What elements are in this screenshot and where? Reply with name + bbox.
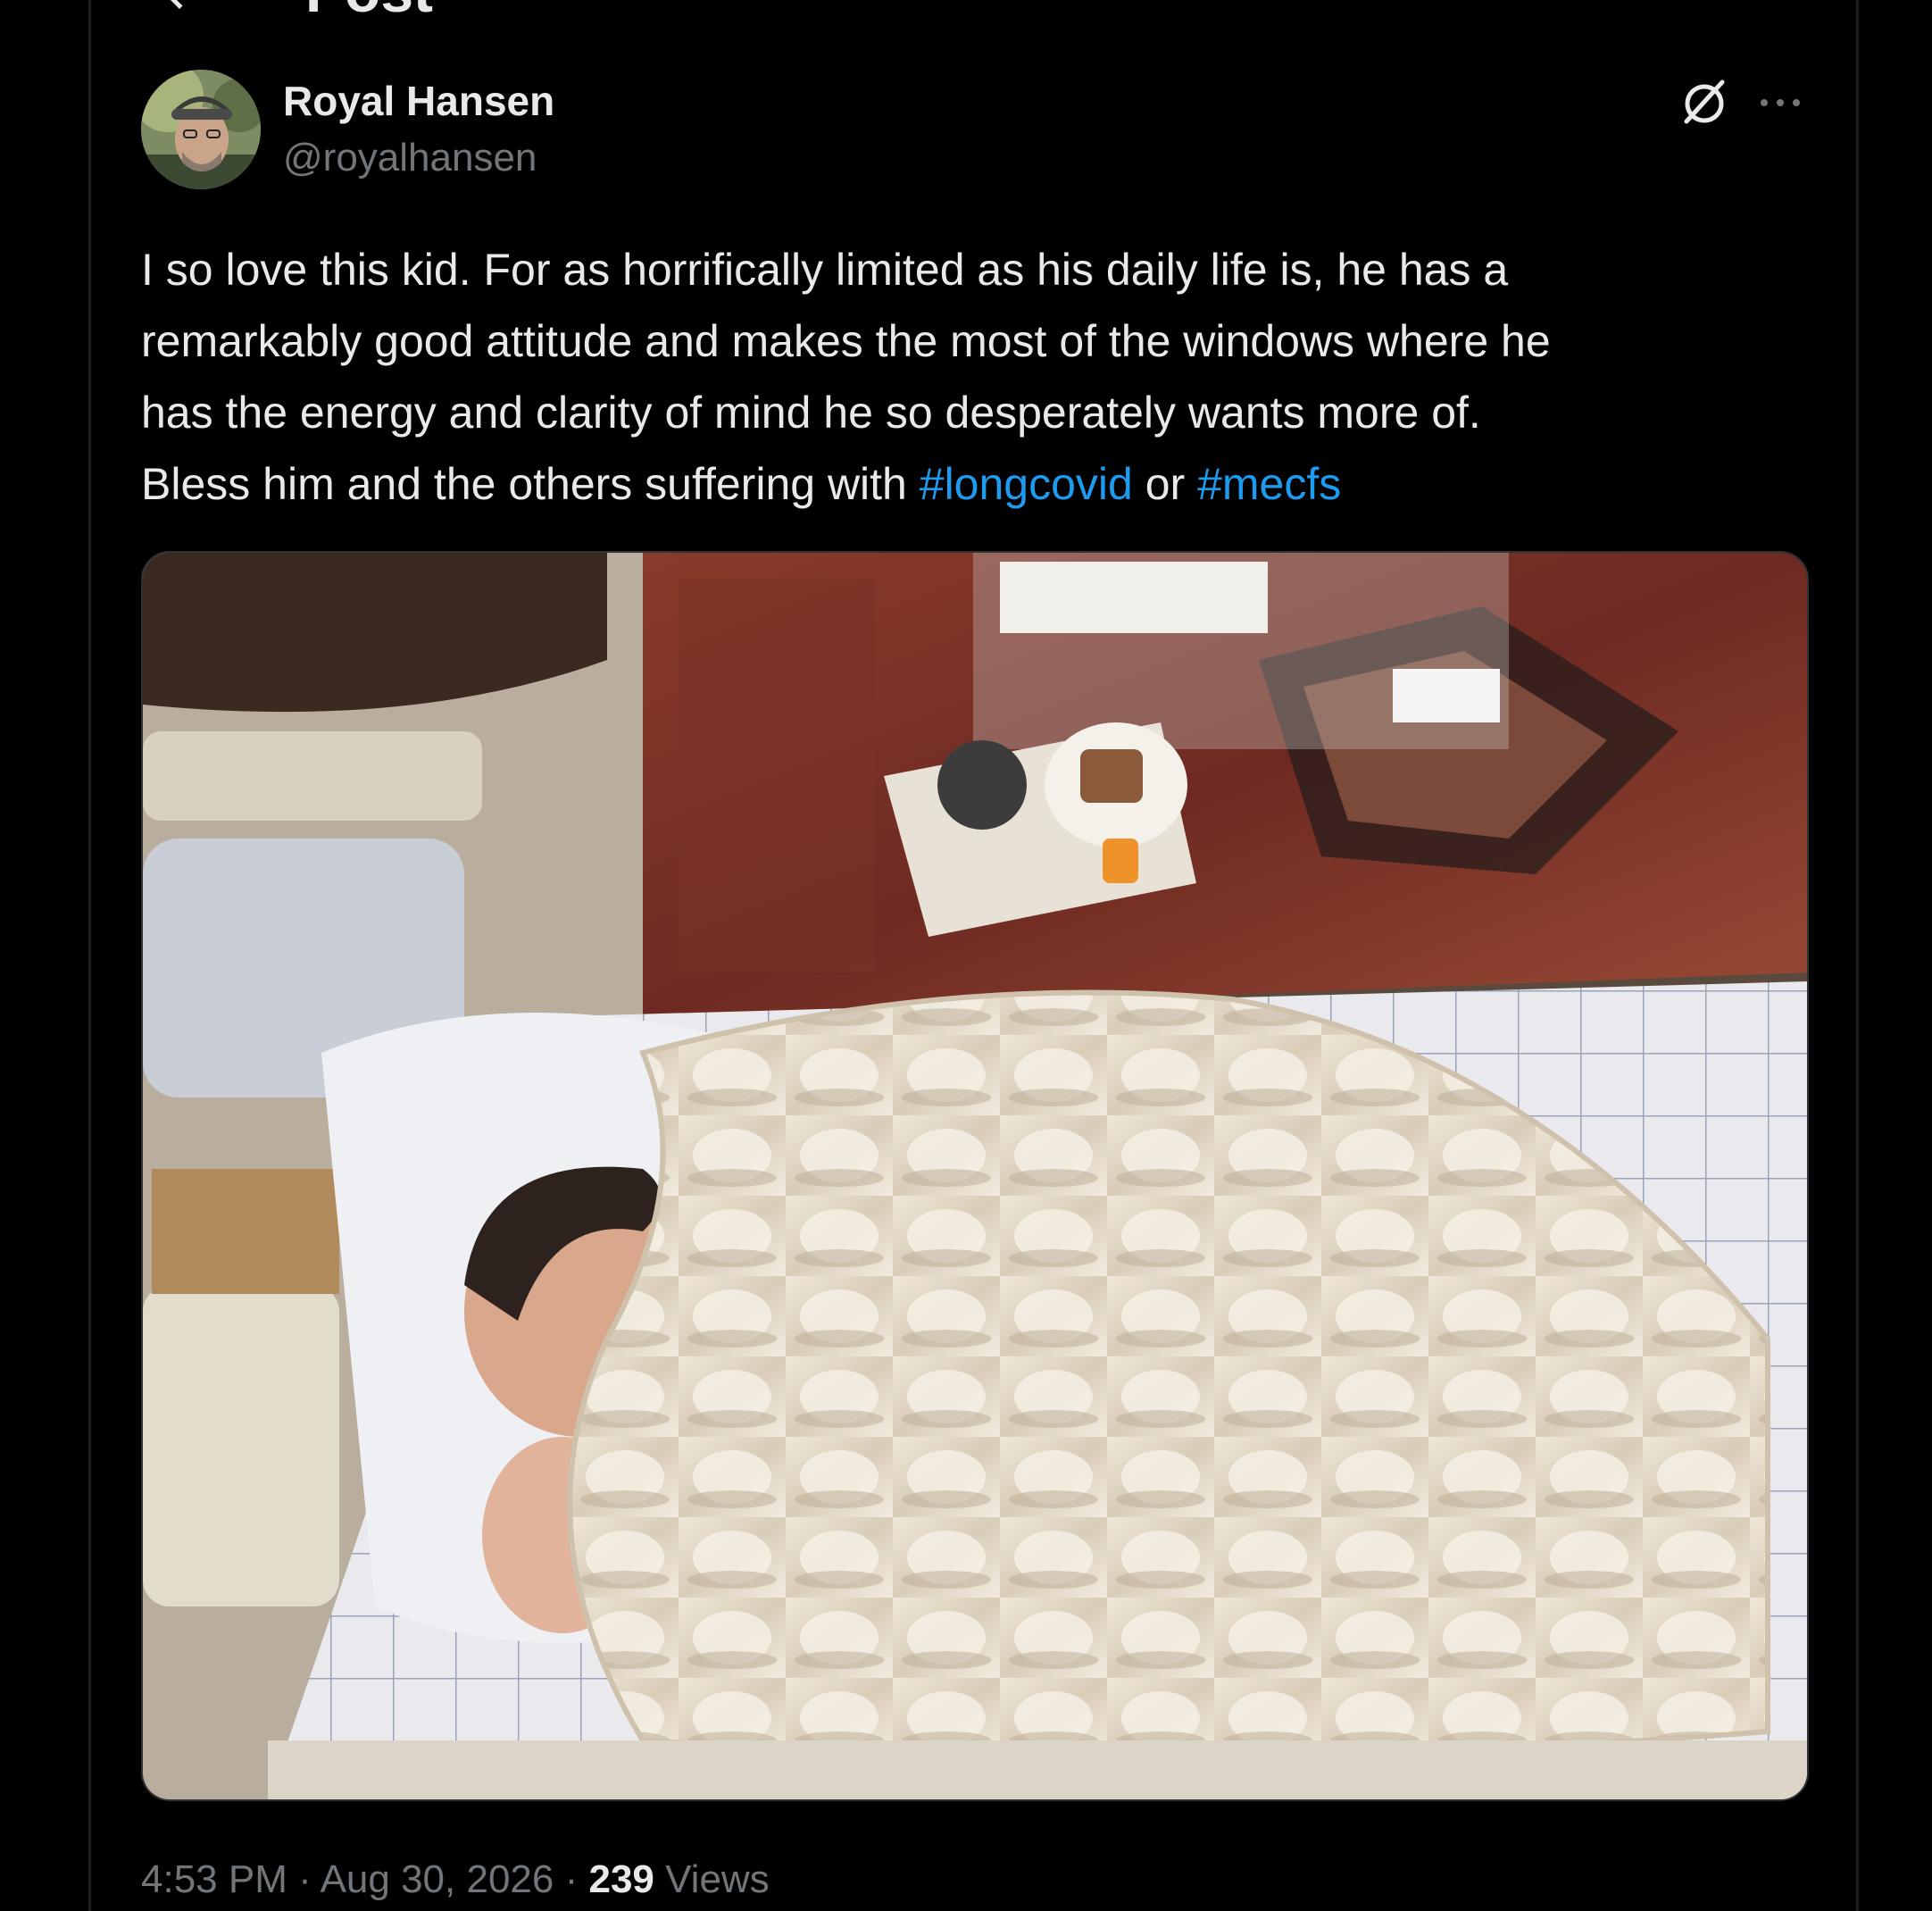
author-name[interactable]: Royal Hansen <box>283 77 554 125</box>
author-handle[interactable]: @royalhansen <box>283 136 537 180</box>
grok-icon[interactable] <box>1678 75 1731 129</box>
back-arrow-icon[interactable] <box>154 0 207 18</box>
meta-separator: · <box>287 1857 321 1901</box>
post-text: I so love this kid. For as horrifically … <box>141 234 1820 520</box>
avatar-image <box>141 70 261 189</box>
post-photo[interactable] <box>141 551 1809 1801</box>
post-text-fragment: Bless him and the others suffering with <box>141 459 920 509</box>
hashtag-link[interactable]: #mecfs <box>1197 459 1341 509</box>
post-text-fragment: or <box>1132 459 1198 509</box>
more-icon[interactable] <box>1753 89 1807 116</box>
post-text-line: has the energy and clarity of mind he so… <box>141 388 1481 438</box>
page-title: Post <box>305 0 433 18</box>
post-text-line: I so love this kid. For as horrifically … <box>141 245 1509 295</box>
post-text-line: Bless him and the others suffering with … <box>141 448 1820 520</box>
views-label: Views <box>654 1857 770 1901</box>
avatar[interactable] <box>141 70 261 189</box>
post-date[interactable]: Aug 30, 2026 <box>321 1857 554 1901</box>
views-count: 239 <box>588 1857 654 1901</box>
photo-illustration <box>143 553 1807 1799</box>
post-text-line: remarkably good attitude and makes the m… <box>141 316 1551 366</box>
post-time[interactable]: 4:53 PM <box>141 1857 287 1901</box>
meta-separator: · <box>554 1857 589 1901</box>
hashtag-link[interactable]: #longcovid <box>920 459 1133 509</box>
top-bar: Post <box>91 0 1856 18</box>
post-column: Post Royal Hansen @royalhansen I so love… <box>88 0 1859 1911</box>
post-metadata: 4:53 PM · Aug 30, 2026 · 239 Views <box>141 1857 770 1902</box>
